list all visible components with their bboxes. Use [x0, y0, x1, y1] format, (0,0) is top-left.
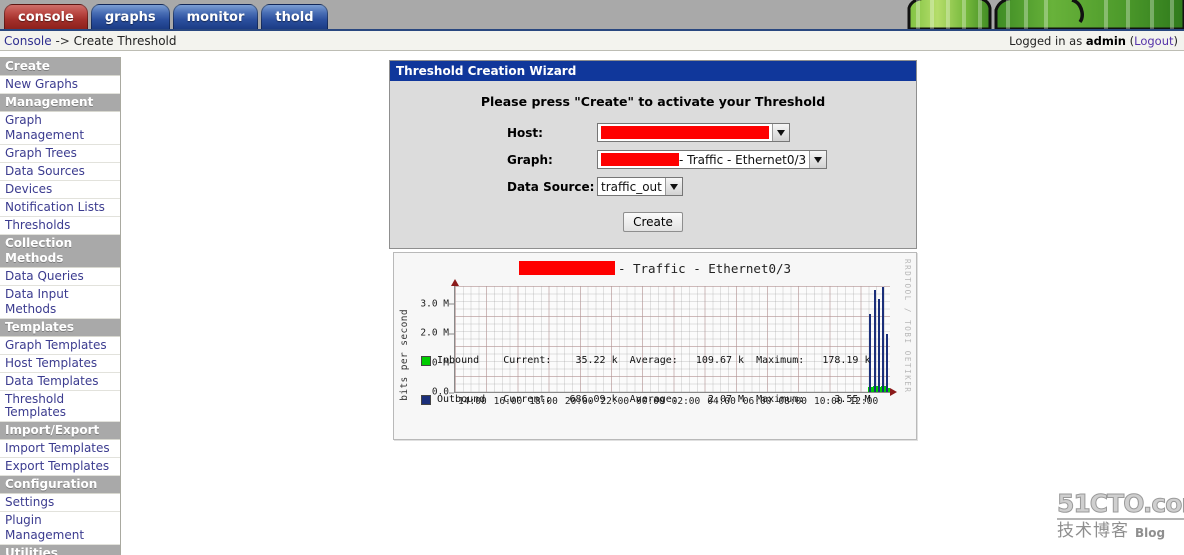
graph-select[interactable]: - Traffic - Ethernet0/3	[597, 150, 828, 169]
sidebar-item-graph-management[interactable]: Graph Management	[0, 112, 120, 145]
tab-graphs[interactable]: graphs	[90, 4, 170, 29]
x-axis-arrow-icon	[890, 388, 897, 396]
host-field-row: Host:	[390, 123, 916, 142]
session-prefix: Logged in as	[1009, 34, 1086, 48]
host-select[interactable]	[597, 123, 790, 142]
breadcrumb-current: Create Threshold	[73, 34, 177, 48]
graph-label: Graph:	[507, 152, 553, 167]
sidebar-item-data-input-methods[interactable]: Data Input Methods	[0, 286, 120, 319]
sidebar-section-utilities: Utilities	[0, 545, 120, 555]
graph-select-value: - Traffic - Ethernet0/3	[598, 151, 810, 168]
sidebar-item-data-templates[interactable]: Data Templates	[0, 373, 120, 391]
sidebar-item-thresholds[interactable]: Thresholds	[0, 217, 120, 235]
top-banner: console graphs monitor thold	[0, 0, 1184, 29]
graph-series-outbound-spike	[885, 333, 888, 392]
page-root: console graphs monitor thold Console -> …	[0, 0, 1184, 555]
sidebar-item-threshold-templates[interactable]: Threshold Templates	[0, 391, 120, 422]
graph-redaction-bar	[601, 153, 679, 166]
sidebar-item-new-graphs[interactable]: New Graphs	[0, 76, 120, 94]
legend-inbound-text: Inbound Current: 35.22 k Average: 109.67…	[437, 355, 871, 366]
wizard-actions: Create	[390, 212, 916, 232]
session-username: admin	[1085, 34, 1126, 48]
host-redaction-bar	[601, 126, 769, 139]
graph-title-text: - Traffic - Ethernet0/3	[617, 261, 792, 276]
tab-console[interactable]: console	[4, 4, 88, 29]
sidebar-item-data-sources[interactable]: Data Sources	[0, 163, 120, 181]
y-axis-tick: 3.0 M	[420, 298, 454, 310]
graph-select-chevron-down-icon[interactable]	[809, 151, 827, 168]
breadcrumb-bar: Console -> Create Threshold Logged in as…	[0, 29, 1184, 51]
sidebar-item-data-queries[interactable]: Data Queries	[0, 268, 120, 286]
sidebar-section-configuration: Configuration	[0, 476, 120, 494]
host-select-chevron-down-icon[interactable]	[772, 124, 789, 141]
sidebar-item-devices[interactable]: Devices	[0, 181, 120, 199]
sidebar-section-import-export: Import/Export	[0, 422, 120, 440]
datasource-select-value: traffic_out	[598, 178, 665, 195]
sidebar-section-create: Create	[0, 58, 120, 76]
datasource-field-row: Data Source: traffic_out	[390, 177, 916, 196]
tab-graphs-label: graphs	[104, 9, 156, 25]
create-button[interactable]: Create	[623, 212, 683, 232]
rrdtool-watermark: RRDTOOL / TOBI OETIKER	[903, 259, 912, 394]
session-info: Logged in as admin (Logout)	[1009, 34, 1178, 48]
sidebar-section-management: Management	[0, 94, 120, 112]
tab-monitor[interactable]: monitor	[172, 4, 259, 29]
graph-series-outbound-spike	[877, 298, 880, 392]
main-tabs: console graphs monitor thold	[4, 4, 328, 29]
inbound-color-swatch	[421, 355, 431, 366]
logout-link[interactable]: Logout	[1134, 34, 1173, 48]
tab-thold-label: thold	[275, 9, 314, 25]
legend-row-outbound: Outbound Current: 686.09 k Average: 2.07…	[421, 393, 870, 406]
graph-legend: Inbound Current: 35.22 k Average: 109.67…	[421, 328, 870, 432]
session-open-paren: (	[1125, 34, 1135, 48]
sidebar-item-import-templates[interactable]: Import Templates	[0, 440, 120, 458]
datasource-select-chevron-down-icon[interactable]	[664, 178, 682, 195]
sidebar-item-export-templates[interactable]: Export Templates	[0, 458, 120, 476]
watermark-blog-text: Blog	[1135, 526, 1166, 540]
tab-thold[interactable]: thold	[261, 4, 328, 29]
wizard-instruction: Please press "Create" to activate your T…	[480, 94, 826, 109]
legend-outbound-text: Outbound Current: 686.09 k Average: 2.07…	[437, 394, 871, 405]
sidebar-item-graph-templates[interactable]: Graph Templates	[0, 337, 120, 355]
host-label: Host:	[507, 125, 543, 140]
graph-title-redaction-bar	[518, 261, 615, 275]
cacti-logo-graphic	[854, 0, 1184, 29]
breadcrumb: Console -> Create Threshold	[4, 34, 176, 48]
sidebar-item-host-templates[interactable]: Host Templates	[0, 355, 120, 373]
datasource-select[interactable]: traffic_out	[597, 177, 683, 196]
wizard-title: Threshold Creation Wizard	[390, 61, 916, 81]
sidebar-item-notification-lists[interactable]: Notification Lists	[0, 199, 120, 217]
sidebar-item-graph-trees[interactable]: Graph Trees	[0, 145, 120, 163]
session-close-paren: )	[1173, 34, 1179, 48]
graph-title: - Traffic - Ethernet0/3	[394, 261, 916, 276]
graph-field-row: Graph: - Traffic - Ethernet0/3	[390, 150, 916, 169]
graph-y-axis-label: bits per second	[399, 309, 410, 401]
graph-select-text: - Traffic - Ethernet0/3	[679, 152, 807, 167]
sidebar-item-plugin-management[interactable]: Plugin Management	[0, 512, 120, 545]
sidebar-item-settings[interactable]: Settings	[0, 494, 120, 512]
watermark-top-text: 51CTO.com	[1056, 490, 1184, 520]
sidebar-section-templates: Templates	[0, 319, 120, 337]
breadcrumb-separator: ->	[51, 34, 74, 48]
y-axis-arrow-icon	[451, 279, 459, 286]
graph-series-outbound-spike	[882, 287, 885, 392]
tab-monitor-label: monitor	[186, 9, 245, 25]
sidebar-section-collection-methods: Collection Methods	[0, 235, 120, 268]
tab-console-label: console	[18, 9, 74, 25]
wizard-body: Please press "Create" to activate your T…	[390, 81, 916, 248]
site-watermark: 51CTO.com 技术博客 Blog	[1056, 490, 1184, 540]
breadcrumb-root-link[interactable]: Console	[4, 34, 52, 48]
datasource-label: Data Source:	[507, 179, 595, 194]
traffic-graph: - Traffic - Ethernet0/3 bits per second …	[393, 252, 917, 440]
legend-row-inbound: Inbound Current: 35.22 k Average: 109.67…	[421, 354, 870, 367]
watermark-cn-text: 技术博客	[1057, 521, 1129, 541]
graph-series-outbound-spike	[873, 290, 876, 392]
outbound-color-swatch	[421, 394, 431, 405]
threshold-creation-wizard: Threshold Creation Wizard Please press "…	[389, 60, 917, 249]
host-select-value	[598, 124, 772, 141]
sidebar-nav: Create New Graphs Management Graph Manageme…	[0, 57, 121, 555]
watermark-bottom: 技术博客 Blog	[1057, 522, 1181, 540]
